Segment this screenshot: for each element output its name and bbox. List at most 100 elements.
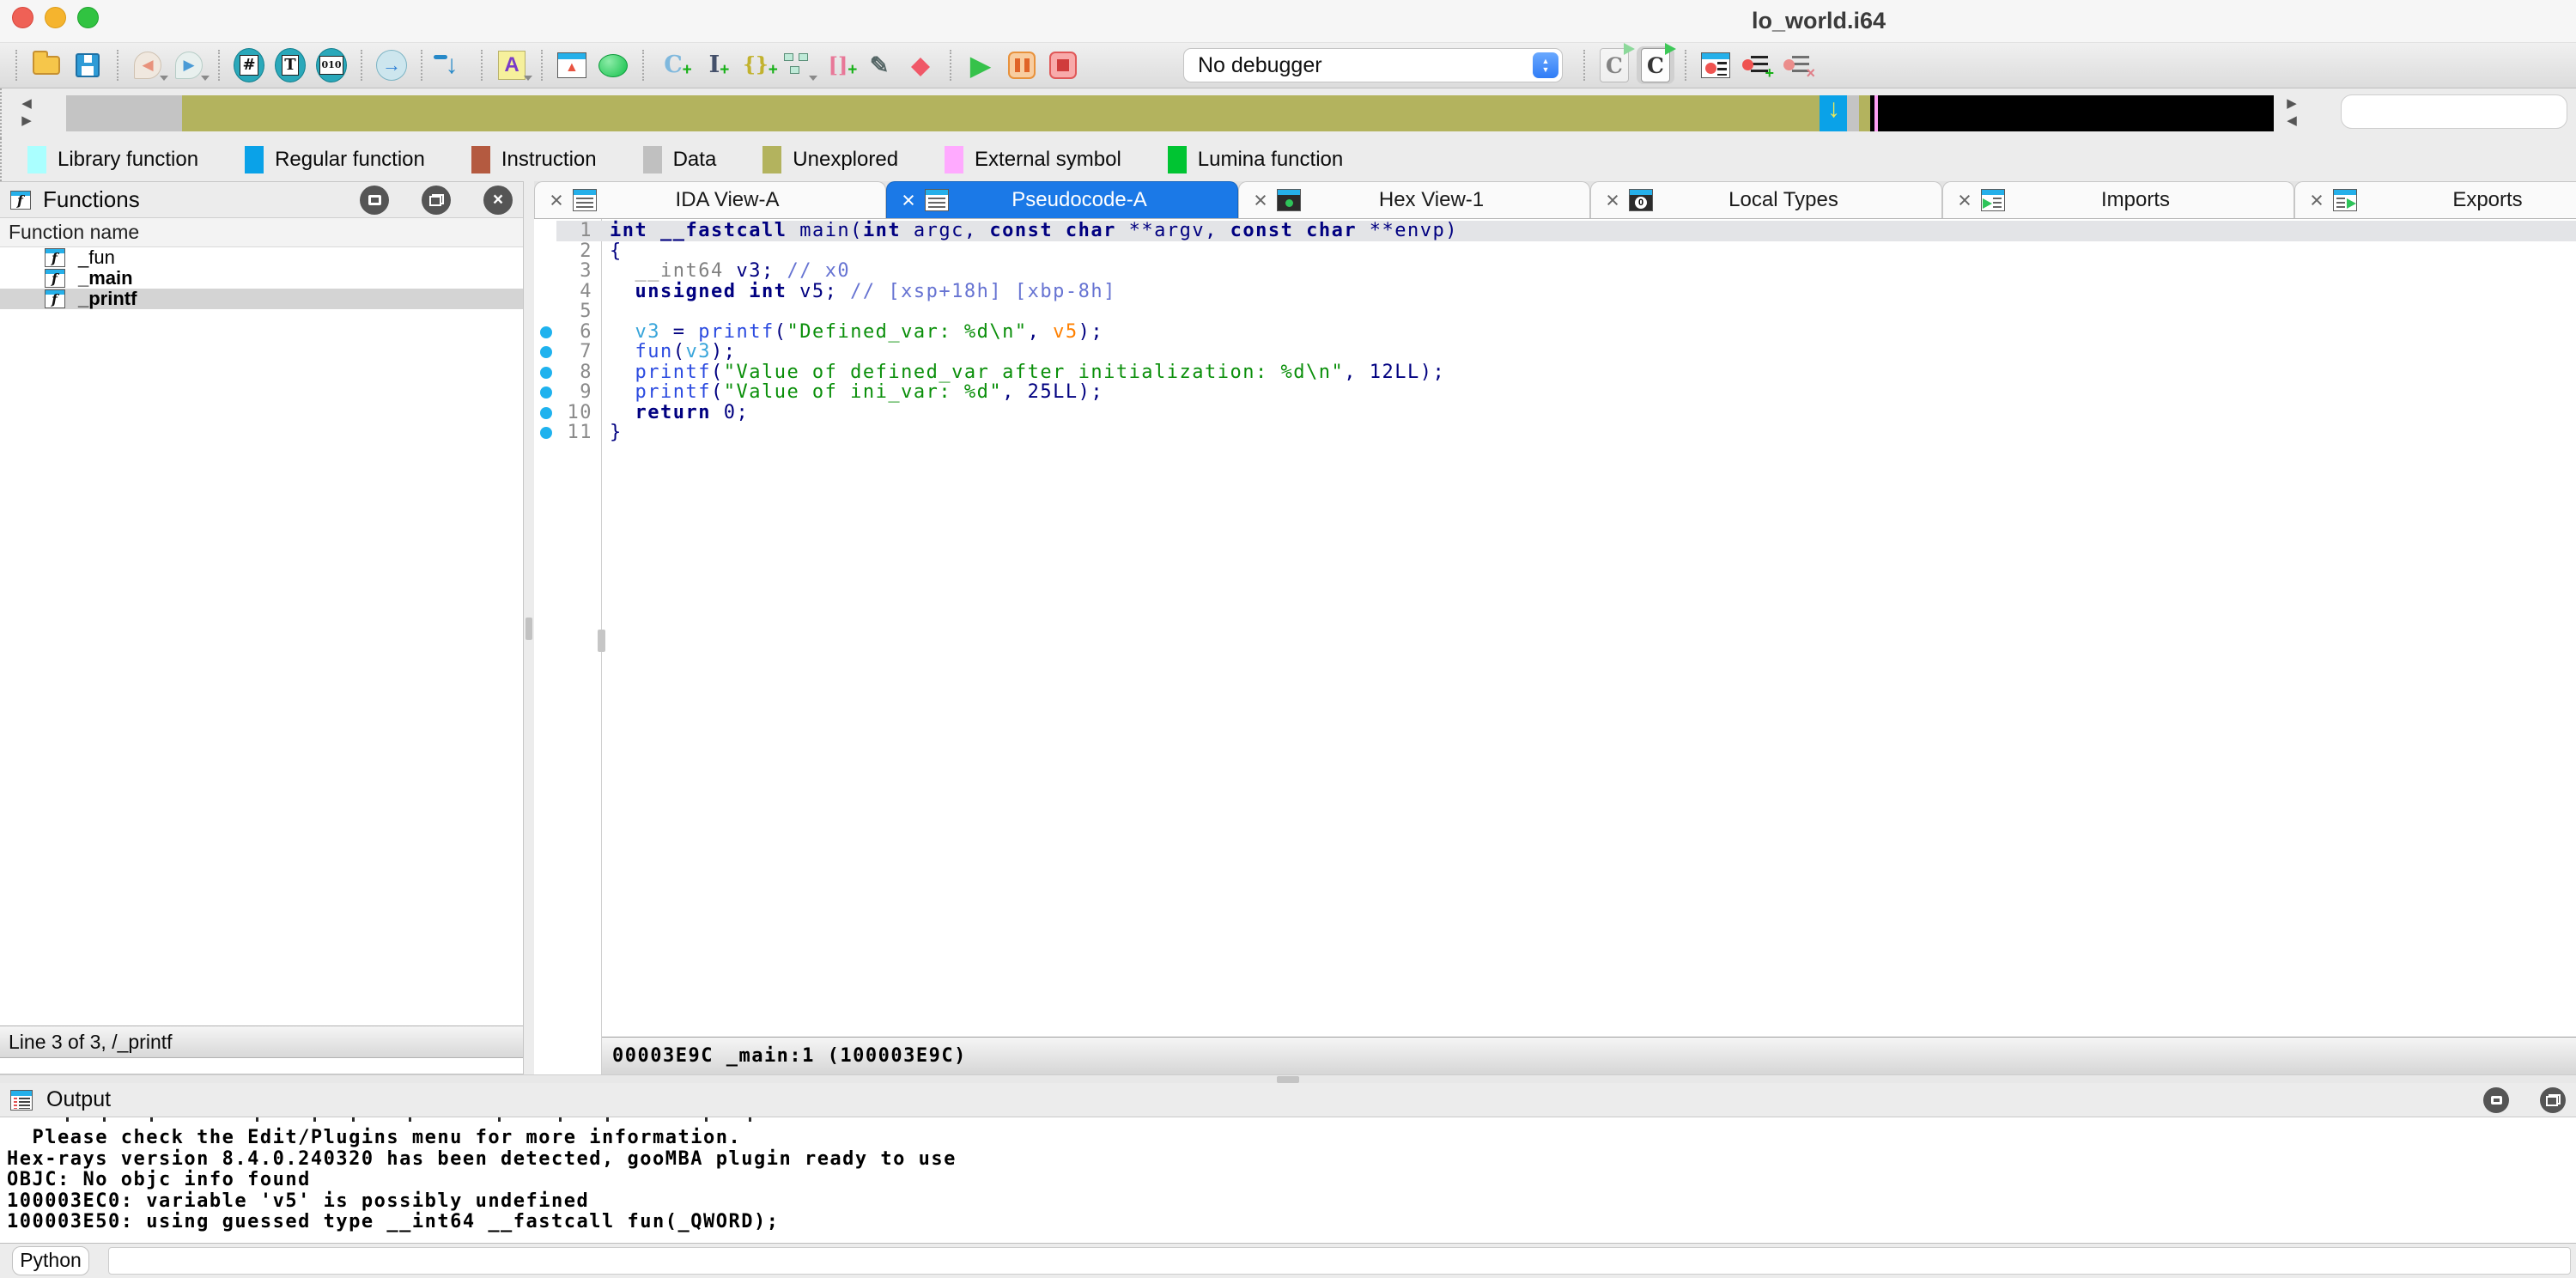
code-text[interactable]: v3 = printf("Defined_var: %d\n", v5); <box>610 322 1103 343</box>
create-struct-button[interactable]: C+ <box>654 46 692 84</box>
nav-band-segment[interactable] <box>66 95 182 131</box>
search-text-button[interactable]: T <box>271 46 309 84</box>
edit-local-types-button[interactable]: {}+ <box>737 46 775 84</box>
minimize-window-button[interactable] <box>45 7 66 28</box>
lumina-function-button[interactable] <box>594 46 632 84</box>
code-text[interactable]: printf("Value of defined_var after initi… <box>610 362 1445 383</box>
stop-process-button[interactable] <box>1044 46 1082 84</box>
add-breakpoint-button[interactable]: + <box>1738 46 1776 84</box>
open-chart-button[interactable] <box>778 46 816 84</box>
navigate-forward-button[interactable]: ▶ <box>170 46 208 84</box>
pause-process-button[interactable] <box>1003 46 1041 84</box>
function-icon: f <box>45 269 65 288</box>
legend-swatch <box>245 146 264 173</box>
close-tab-icon[interactable]: × <box>896 187 921 214</box>
jump-next-button[interactable]: ↓ <box>433 46 471 84</box>
legend-swatch <box>471 146 490 173</box>
command-line-input[interactable] <box>108 1247 2571 1275</box>
edit-code-button[interactable]: ✎ <box>860 46 898 84</box>
code-text[interactable]: int __fastcall main(int argc, const char… <box>610 221 1458 241</box>
debugger-select[interactable]: No debugger ▲▼ <box>1183 48 1563 82</box>
legend-item: External symbol <box>945 146 1121 173</box>
code-text[interactable]: unsigned int v5; // [xsp+18h] [xbp-8h] <box>610 282 1116 302</box>
output-console[interactable]: Please check the Edit/Plugins menu for m… <box>0 1117 2576 1243</box>
maximize-panel-button[interactable] <box>360 186 389 215</box>
function-name-column-header[interactable]: Function name <box>0 218 523 247</box>
float-panel-button[interactable] <box>422 186 451 215</box>
produce-c-file-button[interactable]: C <box>1595 46 1633 84</box>
legend-label: External symbol <box>975 148 1121 172</box>
quick-compile-run-button[interactable]: C <box>1637 46 1674 84</box>
band-search-field[interactable] <box>2341 94 2567 129</box>
set-item-color-button[interactable]: A <box>493 46 531 84</box>
jump-to-address-button[interactable]: → <box>373 46 410 84</box>
float-output-button[interactable] <box>2540 1087 2566 1113</box>
open-flow-chart-button[interactable]: ▲ <box>553 46 591 84</box>
navigate-back-button[interactable]: ◀ <box>129 46 167 84</box>
nav-band-segment[interactable] <box>182 95 1820 131</box>
navigation-band[interactable]: ↓ <box>66 95 2274 131</box>
toolbar-separator <box>541 50 543 81</box>
close-window-button[interactable] <box>12 7 33 28</box>
interpreter-select-button[interactable]: Python <box>12 1246 89 1275</box>
nav-band-segment[interactable] <box>1878 95 2274 131</box>
tab-local-types[interactable]: ×0Local Types <box>1590 181 1942 218</box>
jump-arrow-icon: ↓ <box>446 52 459 78</box>
tab-pseudocode-a[interactable]: ×Pseudocode-A <box>886 181 1238 218</box>
functions-panel: f Functions × Function name f_funf_mainf… <box>0 181 524 1074</box>
pseudocode-line: 8 printf("Value of defined_var after ini… <box>534 362 2576 383</box>
close-tab-icon[interactable]: × <box>2304 187 2330 214</box>
nav-band-segment[interactable] <box>1847 95 1859 131</box>
debugger-select-stepper[interactable]: ▲▼ <box>1533 52 1558 78</box>
function-row[interactable]: f_printf <box>0 289 523 309</box>
function-row[interactable]: f_fun <box>0 247 523 268</box>
code-text[interactable]: __int64 v3; // x0 <box>610 261 850 282</box>
breakpoint-button[interactable]: ◆ <box>902 46 939 84</box>
zoom-window-button[interactable] <box>77 7 99 28</box>
breakpoint-list-button[interactable] <box>1697 46 1735 84</box>
tab-imports[interactable]: ×Imports <box>1942 181 2294 218</box>
splitter-handle[interactable] <box>1277 1076 1299 1083</box>
function-row[interactable]: f_main <box>0 268 523 289</box>
code-text[interactable]: fun(v3); <box>610 342 736 362</box>
maximize-output-button[interactable] <box>2483 1087 2509 1113</box>
toolbar-handle[interactable] <box>15 50 17 81</box>
close-tab-icon[interactable]: × <box>544 187 569 214</box>
band-scroll-right-button[interactable]: ▶ <box>19 114 34 128</box>
lumina-icon <box>598 54 628 77</box>
band-zoom-in-button[interactable]: ▶ <box>2284 97 2300 111</box>
save-file-button[interactable] <box>69 46 106 84</box>
nav-band-segment[interactable] <box>1859 95 1870 131</box>
open-file-button[interactable] <box>27 46 65 84</box>
clipped-text-mark <box>66 1117 69 1122</box>
stop-icon <box>1049 52 1077 79</box>
code-text[interactable]: return 0; <box>610 403 749 423</box>
horizontal-splitter[interactable] <box>0 1074 2576 1083</box>
tab-exports[interactable]: ×Exports <box>2294 181 2576 218</box>
close-tab-icon[interactable]: × <box>1952 187 1978 214</box>
tab-ida-view-a[interactable]: ×IDA View-A <box>534 181 886 218</box>
command-line-row: Python <box>0 1243 2576 1277</box>
code-text[interactable]: printf("Value of ini_var: %d", 25LL); <box>610 382 1103 403</box>
pseudocode-view[interactable]: 1int __fastcall main(int argc, const cha… <box>534 219 2576 1074</box>
code-text[interactable]: { <box>610 241 623 262</box>
close-tab-icon[interactable]: × <box>1600 187 1625 214</box>
code-text[interactable]: } <box>610 423 623 443</box>
start-process-button[interactable]: ▶ <box>962 46 999 84</box>
add-struct-type-button[interactable]: I+ <box>696 46 733 84</box>
chevron-down-icon <box>160 76 168 81</box>
band-zoom-out-button[interactable]: ◀ <box>2284 114 2300 128</box>
delete-breakpoint-button[interactable]: × <box>1779 46 1817 84</box>
close-panel-button[interactable]: × <box>483 186 513 215</box>
vertical-splitter[interactable] <box>524 181 534 1074</box>
search-binary-button[interactable]: 010 <box>313 46 350 84</box>
tab-hex-view-1[interactable]: ×Hex View-1 <box>1238 181 1590 218</box>
band-scroll-left-button[interactable]: ◀ <box>19 97 34 111</box>
create-array-button[interactable]: []+ <box>819 46 857 84</box>
splitter-handle[interactable] <box>526 618 532 640</box>
close-tab-icon[interactable]: × <box>1248 187 1273 214</box>
add-breakpoint-icon: + <box>1746 54 1768 76</box>
search-number-button[interactable]: # <box>230 46 268 84</box>
color-legend: Library functionRegular functionInstruct… <box>0 138 2576 181</box>
gutter-splitter-handle[interactable] <box>598 630 605 652</box>
